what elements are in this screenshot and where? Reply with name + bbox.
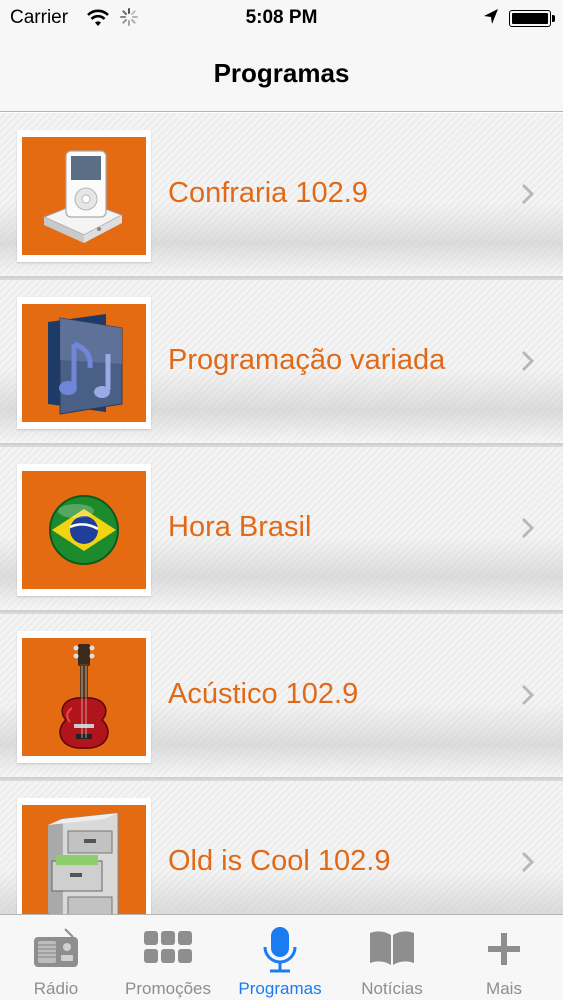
tab-label: Promoções [125,979,211,998]
chevron-right-icon [521,350,535,377]
program-thumbnail [17,297,151,429]
chevron-right-icon [521,183,535,210]
program-label: Acústico 102.9 [168,678,359,710]
tab-label: Rádio [33,979,79,998]
program-row-programacao-variada[interactable]: Programação variada [0,280,563,445]
program-thumbnail [17,464,151,596]
microphone-icon [263,927,297,973]
program-thumbnail [17,631,151,763]
location-arrow-icon [483,8,499,32]
tab-bar: Rádio Promoções Programas Notícias Mais [0,914,563,1000]
chevron-right-icon [521,684,535,711]
navigation-bar: Programas [0,36,563,112]
program-row-hora-brasil[interactable]: Hora Brasil [0,447,563,612]
program-row-old-is-cool[interactable]: Old is Cool 102.9 [0,781,563,914]
program-label: Programação variada [168,344,446,376]
program-thumbnail [17,130,151,262]
tab-radio[interactable]: Rádio [0,915,112,1000]
program-list[interactable]: Confraria 102.9 Programação variada Hora… [0,113,563,914]
tab-noticias[interactable]: Notícias [336,915,448,1000]
radio-icon [34,928,78,967]
status-bar: Carrier 5:08 PM [0,0,563,36]
music-folder-icon [48,314,123,415]
program-label: Confraria 102.9 [168,177,368,209]
program-label: Old is Cool 102.9 [168,845,391,877]
tab-mais[interactable]: Mais [448,915,560,1000]
battery-icon [509,10,555,27]
tab-label: Notícias [361,979,423,998]
program-thumbnail [17,798,151,914]
plus-icon [488,933,520,965]
chevron-right-icon [521,517,535,544]
ipod-dock-icon [42,150,124,243]
clock: 5:08 PM [245,7,318,28]
tab-promocoes[interactable]: Promoções [112,915,224,1000]
file-cabinet-icon [48,812,119,914]
program-row-acustico[interactable]: Acústico 102.9 [0,614,563,779]
guitar-icon [59,644,109,749]
chevron-right-icon [521,851,535,878]
book-icon [370,931,414,965]
tab-programas[interactable]: Programas [224,915,336,1000]
grid-icon [144,931,192,963]
tab-label: Mais [486,979,522,998]
program-label: Hora Brasil [168,511,312,543]
program-row-confraria[interactable]: Confraria 102.9 [0,113,563,278]
tab-label: Programas [238,979,322,998]
page-title: Programas [213,58,350,88]
brazil-flag-icon [49,495,119,565]
